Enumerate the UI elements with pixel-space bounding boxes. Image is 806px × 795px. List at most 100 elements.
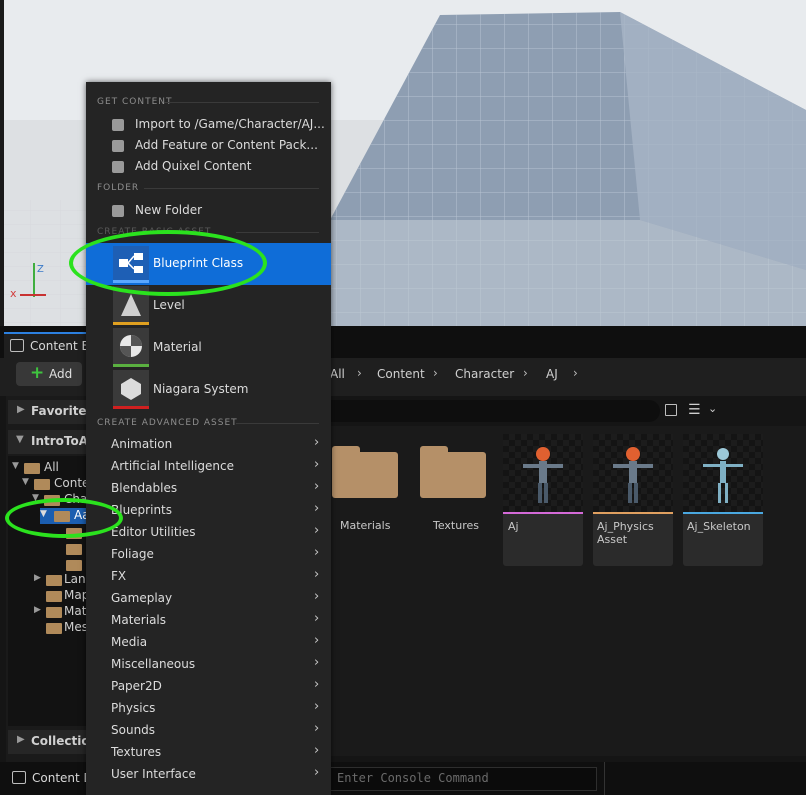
section-header-get-content: GET CONTENT (97, 97, 173, 107)
chevron-right-icon: › (314, 479, 320, 494)
divider (144, 188, 319, 189)
asset-folder-materials[interactable]: Materials (330, 440, 402, 540)
breadcrumb-all[interactable]: All (330, 367, 345, 381)
tab-content-browser[interactable]: Content B (4, 332, 90, 360)
menu-item-miscellaneous[interactable]: Miscellaneous › (86, 654, 331, 676)
menu-item-media[interactable]: Media › (86, 632, 331, 654)
add-button[interactable]: + Add (16, 362, 82, 386)
tree-item-landscape[interactable]: ▶ Lan (34, 572, 88, 588)
tree-item-all[interactable]: ▼ All (12, 460, 88, 476)
menu-item-quixel[interactable]: Add Quixel Content (86, 157, 331, 177)
folder-icon (420, 452, 486, 498)
section-header-advanced: CREATE ADVANCED ASSET (97, 418, 238, 428)
breadcrumb-content[interactable]: Content (377, 367, 425, 381)
tree-item-materials[interactable]: ▶ Mat (34, 604, 88, 620)
console-input[interactable]: Enter Console Command (330, 767, 597, 791)
menu-item-gameplay[interactable]: Gameplay › (86, 588, 331, 610)
asset-folder-textures[interactable]: Textures (418, 440, 490, 540)
chevron-right-icon: › (314, 457, 320, 472)
menu-item-niagara-system[interactable]: Niagara System (86, 370, 331, 410)
divider (236, 423, 319, 424)
folder-icon (46, 623, 62, 634)
chevron-right-icon: › (314, 655, 320, 670)
breadcrumb-aj[interactable]: AJ (546, 367, 558, 381)
asset-aj-physics[interactable]: Aj_Physics Asset (593, 434, 673, 566)
search-input[interactable] (310, 400, 660, 422)
content-drawer-button[interactable]: Content D (6, 766, 93, 790)
menu-item-label: Gameplay (111, 591, 173, 605)
filter-icon[interactable]: ☰ (688, 402, 701, 418)
menu-item-label: Miscellaneous (111, 657, 196, 671)
project-label: IntroToAr (31, 434, 94, 448)
character-icon (523, 447, 563, 503)
asset-label: Materials (340, 519, 391, 532)
highlight-ellipse-blueprint (69, 230, 267, 296)
menu-item-foliage[interactable]: Foliage › (86, 544, 331, 566)
folder-icon (46, 607, 62, 618)
menu-item-import[interactable]: Import to /Game/Character/AJ... (86, 115, 331, 135)
tree-item-content[interactable]: ▼ Conte (22, 476, 89, 492)
menu-item-label: User Interface (111, 767, 196, 781)
menu-item-physics[interactable]: Physics › (86, 698, 331, 720)
tree-item-maps[interactable]: Map (46, 588, 89, 604)
menu-item-new-folder[interactable]: New Folder (86, 201, 331, 221)
chevron-right-icon: › (523, 366, 528, 380)
divider (604, 762, 605, 795)
menu-item-materials[interactable]: Materials › (86, 610, 331, 632)
menu-item-blendables[interactable]: Blendables › (86, 478, 331, 500)
asset-thumbnail (503, 434, 583, 514)
skeleton-icon (703, 448, 743, 503)
tree-label: All (44, 460, 59, 474)
folder-icon (46, 575, 62, 586)
asset-aj[interactable]: Aj (503, 434, 583, 566)
menu-item-editor-utilities[interactable]: Editor Utilities › (86, 522, 331, 544)
favorites-label: Favorites (31, 404, 94, 418)
folder-icon[interactable] (66, 544, 82, 555)
collections-header[interactable]: ▶ Collection (8, 730, 98, 754)
menu-item-add-feature[interactable]: Add Feature or Content Pack... (86, 136, 331, 156)
breadcrumb-character[interactable]: Character (455, 367, 514, 381)
menu-item-material[interactable]: Material (86, 328, 331, 368)
folder-tab (332, 446, 360, 456)
menu-item-label: Sounds (111, 723, 156, 737)
chevron-right-icon: ▶ (34, 573, 41, 583)
section-header-folder: FOLDER (97, 183, 140, 193)
divider (164, 102, 319, 103)
menu-item-label: New Folder (135, 203, 203, 217)
menu-item-label: Blendables (111, 481, 178, 495)
menu-item-label: Level (153, 298, 185, 312)
asset-label: Textures (433, 519, 479, 532)
favorites-header[interactable]: ▶ Favorites (8, 400, 94, 424)
chevron-right-icon: › (433, 366, 438, 380)
asset-label: Aj_Physics Asset (597, 520, 654, 546)
asset-type-bar (503, 512, 583, 514)
console-placeholder: Enter Console Command (337, 771, 489, 785)
save-search-icon[interactable] (665, 404, 677, 416)
menu-item-animation[interactable]: Animation › (86, 434, 331, 456)
menu-item-artificial-intelligence[interactable]: Artificial Intelligence › (86, 456, 331, 478)
project-header[interactable]: ▼ IntroToAr (8, 430, 94, 454)
viewport-edge (0, 0, 4, 326)
niagara-icon (113, 370, 149, 406)
menu-item-textures[interactable]: Textures › (86, 742, 331, 764)
menu-item-label: Foliage (111, 547, 154, 561)
asset-color-bar (113, 322, 149, 325)
quixel-icon (112, 161, 124, 173)
asset-aj-skeleton[interactable]: Aj_Skeleton (683, 434, 763, 566)
content-drawer-label: Content D (32, 771, 93, 785)
menu-item-user-interface[interactable]: User Interface › (86, 764, 331, 786)
folder-icon[interactable] (66, 560, 82, 571)
menu-item-label: Editor Utilities (111, 525, 196, 539)
menu-item-label: Materials (111, 613, 167, 627)
import-icon (112, 119, 124, 131)
chevron-right-icon: › (314, 589, 320, 604)
divider (236, 232, 319, 233)
menu-item-fx[interactable]: FX › (86, 566, 331, 588)
chevron-right-icon: › (314, 721, 320, 736)
menu-item-paper2d[interactable]: Paper2D › (86, 676, 331, 698)
tree-label: Mat (64, 604, 87, 618)
chevron-down-icon[interactable]: ⌄ (708, 402, 717, 415)
tree-item-meshes[interactable]: Mes (46, 620, 88, 636)
menu-item-sounds[interactable]: Sounds › (86, 720, 331, 742)
add-button-label: Add (49, 367, 73, 381)
